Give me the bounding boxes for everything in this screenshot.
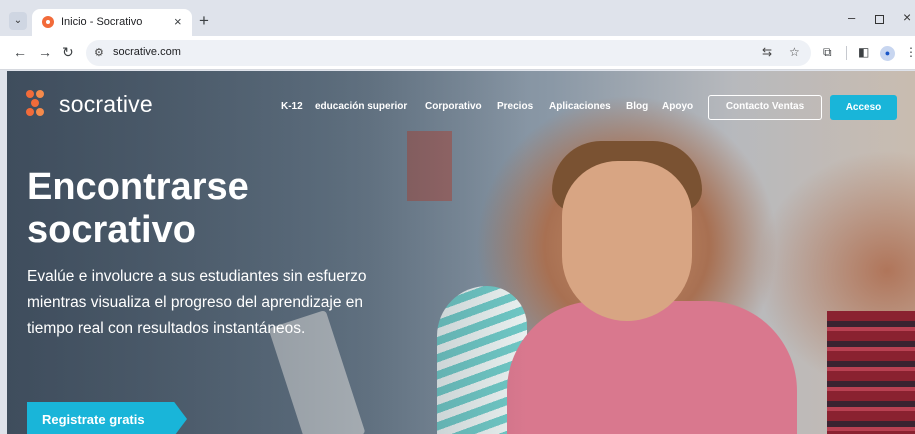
browser-toolbar: ← → ↻ ⚙ socrative.com ⇆ ☆ ⧉ ◧ ● ⋮: [0, 36, 915, 70]
signup-free-label: Registrate gratis: [42, 412, 145, 427]
site-info-icon[interactable]: ⚙: [94, 46, 104, 59]
logo-dot-icon: [31, 99, 39, 107]
nav-corporate[interactable]: Corporativo: [425, 101, 482, 112]
hero-photo-face: [562, 161, 692, 321]
new-tab-button[interactable]: +: [199, 11, 209, 31]
tab-title: Inicio - Socrativo: [61, 16, 143, 28]
hero-section: socrative K-12 educación superior Corpor…: [7, 71, 915, 434]
favicon-icon: [42, 16, 54, 28]
login-button[interactable]: Acceso: [830, 95, 897, 120]
tab-close-icon[interactable]: ×: [174, 14, 182, 29]
translate-icon[interactable]: ⇆: [762, 45, 772, 59]
nav-blog[interactable]: Blog: [626, 101, 648, 112]
tab-strip: ⌄ Inicio - Socrativo × + – ×: [0, 0, 915, 36]
hero-title: Encontrarse socrativo: [27, 166, 249, 251]
nav-support[interactable]: Apoyo: [662, 101, 693, 112]
extensions-icon[interactable]: ⧉: [823, 45, 832, 60]
signup-free-button[interactable]: Registrate gratis: [27, 402, 187, 434]
logo-dot-icon: [26, 108, 34, 116]
back-icon[interactable]: ←: [13, 44, 27, 60]
minimize-button[interactable]: –: [848, 10, 855, 25]
side-panel-icon[interactable]: ◧: [858, 45, 869, 59]
active-tab[interactable]: Inicio - Socrativo ×: [32, 9, 192, 36]
tab-search-icon[interactable]: ⌄: [9, 12, 27, 30]
nav-k12[interactable]: K-12: [281, 101, 303, 112]
nav-apps[interactable]: Aplicaciones: [549, 101, 611, 112]
logo-dot-icon: [36, 90, 44, 98]
bookmark-star-icon[interactable]: ☆: [789, 45, 800, 59]
hero-photo-boy: [507, 301, 797, 434]
profile-avatar-icon[interactable]: ●: [880, 46, 895, 61]
logo-text: socrative: [59, 91, 153, 117]
nav-higher-education[interactable]: educación superior: [315, 101, 407, 112]
browser-menu-icon[interactable]: ⋮: [905, 45, 915, 59]
reload-icon[interactable]: ↻: [62, 44, 74, 61]
toolbar-divider: [846, 46, 847, 60]
address-bar[interactable]: ⚙ socrative.com ⇆ ☆: [86, 40, 811, 66]
forward-icon[interactable]: →: [38, 44, 52, 60]
hero-photo-girl: [827, 311, 915, 434]
maximize-button[interactable]: [875, 15, 884, 24]
logo-dot-icon: [26, 90, 34, 98]
window-close-button[interactable]: ×: [903, 9, 911, 25]
nav-pricing[interactable]: Precios: [497, 101, 533, 112]
contact-sales-button[interactable]: Contacto Ventas: [708, 95, 822, 120]
hero-overlay: [7, 71, 527, 434]
logo-dot-icon: [36, 108, 44, 116]
url-text[interactable]: socrative.com: [113, 46, 181, 58]
hero-description: Evalúe e involucre a sus estudiantes sin…: [27, 268, 367, 337]
